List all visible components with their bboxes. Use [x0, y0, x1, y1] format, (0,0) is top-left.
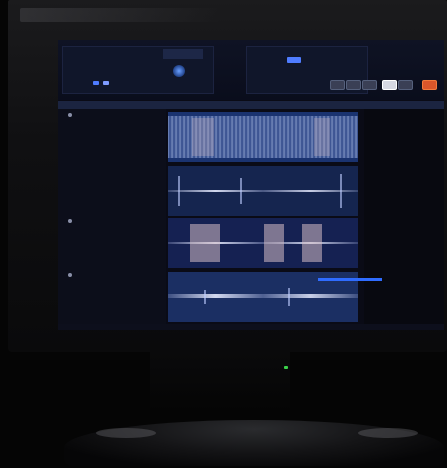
play-button-icon[interactable]: [93, 81, 99, 85]
stand-reflection: [358, 428, 418, 438]
dial-icon[interactable]: [173, 65, 185, 77]
status-bar: [58, 324, 444, 330]
waveform: [168, 294, 358, 298]
power-led-icon: [284, 366, 288, 369]
clip-region[interactable]: [314, 118, 330, 156]
stand-reflection: [96, 428, 156, 438]
waveform: [168, 190, 358, 192]
clip-region[interactable]: [192, 118, 214, 156]
record-arm-button[interactable]: [422, 80, 437, 90]
track-indicator[interactable]: [68, 273, 72, 277]
audio-track-lane[interactable]: [168, 166, 358, 216]
record-button-icon[interactable]: [103, 81, 109, 85]
transient-marker: [204, 290, 206, 304]
monitor-neck: [150, 352, 290, 412]
button-row: [330, 80, 440, 90]
time-display: [163, 49, 203, 59]
clip-region[interactable]: [302, 224, 322, 262]
audio-track-lane[interactable]: [168, 218, 358, 268]
monitor-stand-base: [64, 420, 444, 466]
transient-marker: [178, 176, 180, 206]
clip-region[interactable]: [190, 224, 220, 262]
transport-panel: [62, 46, 214, 94]
photo-scene: [0, 0, 447, 468]
track-headers: [58, 109, 166, 325]
tool-button[interactable]: [346, 80, 361, 90]
right-panel: [364, 109, 444, 325]
daw-topbar: [58, 40, 444, 100]
bezel-highlight: [20, 8, 220, 22]
audio-track-lane[interactable]: [168, 112, 358, 162]
clip-region[interactable]: [264, 224, 284, 262]
tool-button[interactable]: [362, 80, 377, 90]
timeline-ruler: [58, 101, 444, 109]
track-indicator[interactable]: [68, 113, 72, 117]
meter-led: [287, 57, 301, 63]
transient-marker: [340, 174, 342, 208]
track-indicator[interactable]: [68, 219, 72, 223]
monitor-screen: [58, 40, 444, 330]
tool-button-active[interactable]: [382, 80, 397, 90]
transient-marker: [288, 288, 290, 306]
tool-button[interactable]: [330, 80, 345, 90]
horizontal-scrollbar[interactable]: [318, 278, 382, 281]
tool-button[interactable]: [398, 80, 413, 90]
transient-marker: [240, 178, 242, 204]
